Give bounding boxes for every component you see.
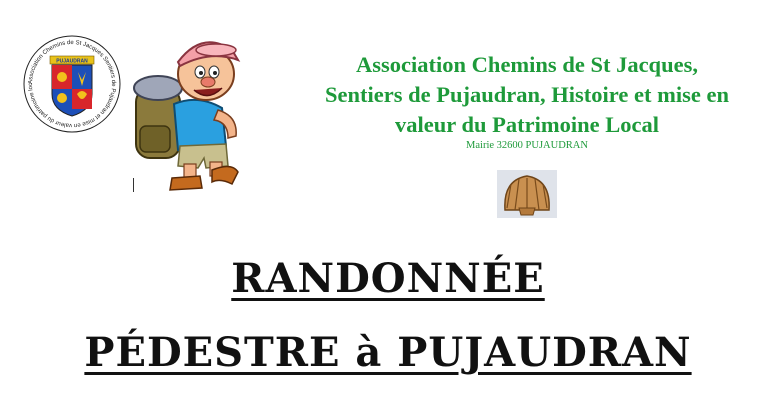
hiker-mascot-icon: [133, 41, 241, 191]
page-title-line-2: PÉDESTRE à PUJAUDRAN: [84, 329, 692, 376]
decorative-tick: [133, 178, 134, 192]
scallop-shell-icon: [497, 170, 557, 218]
association-name: Association Chemins de St Jacques, Senti…: [278, 50, 776, 140]
association-address: Mairie 32600 PUJAUDRAN: [466, 140, 588, 151]
seal-banner-text: PUJAUDRAN: [56, 59, 88, 65]
association-line-1: Association Chemins de St Jacques,: [356, 52, 698, 77]
association-line-3: valeur du Patrimoine Local: [395, 112, 659, 137]
page-title-line-1: RANDONNÉE: [231, 255, 545, 302]
coat-of-arms-icon: PUJAUDRAN: [49, 55, 95, 117]
association-seal-logo: Association Chemins de St Jacques Sentie…: [22, 34, 121, 133]
association-line-2: Sentiers de Pujaudran, Histoire et mise …: [325, 82, 729, 107]
